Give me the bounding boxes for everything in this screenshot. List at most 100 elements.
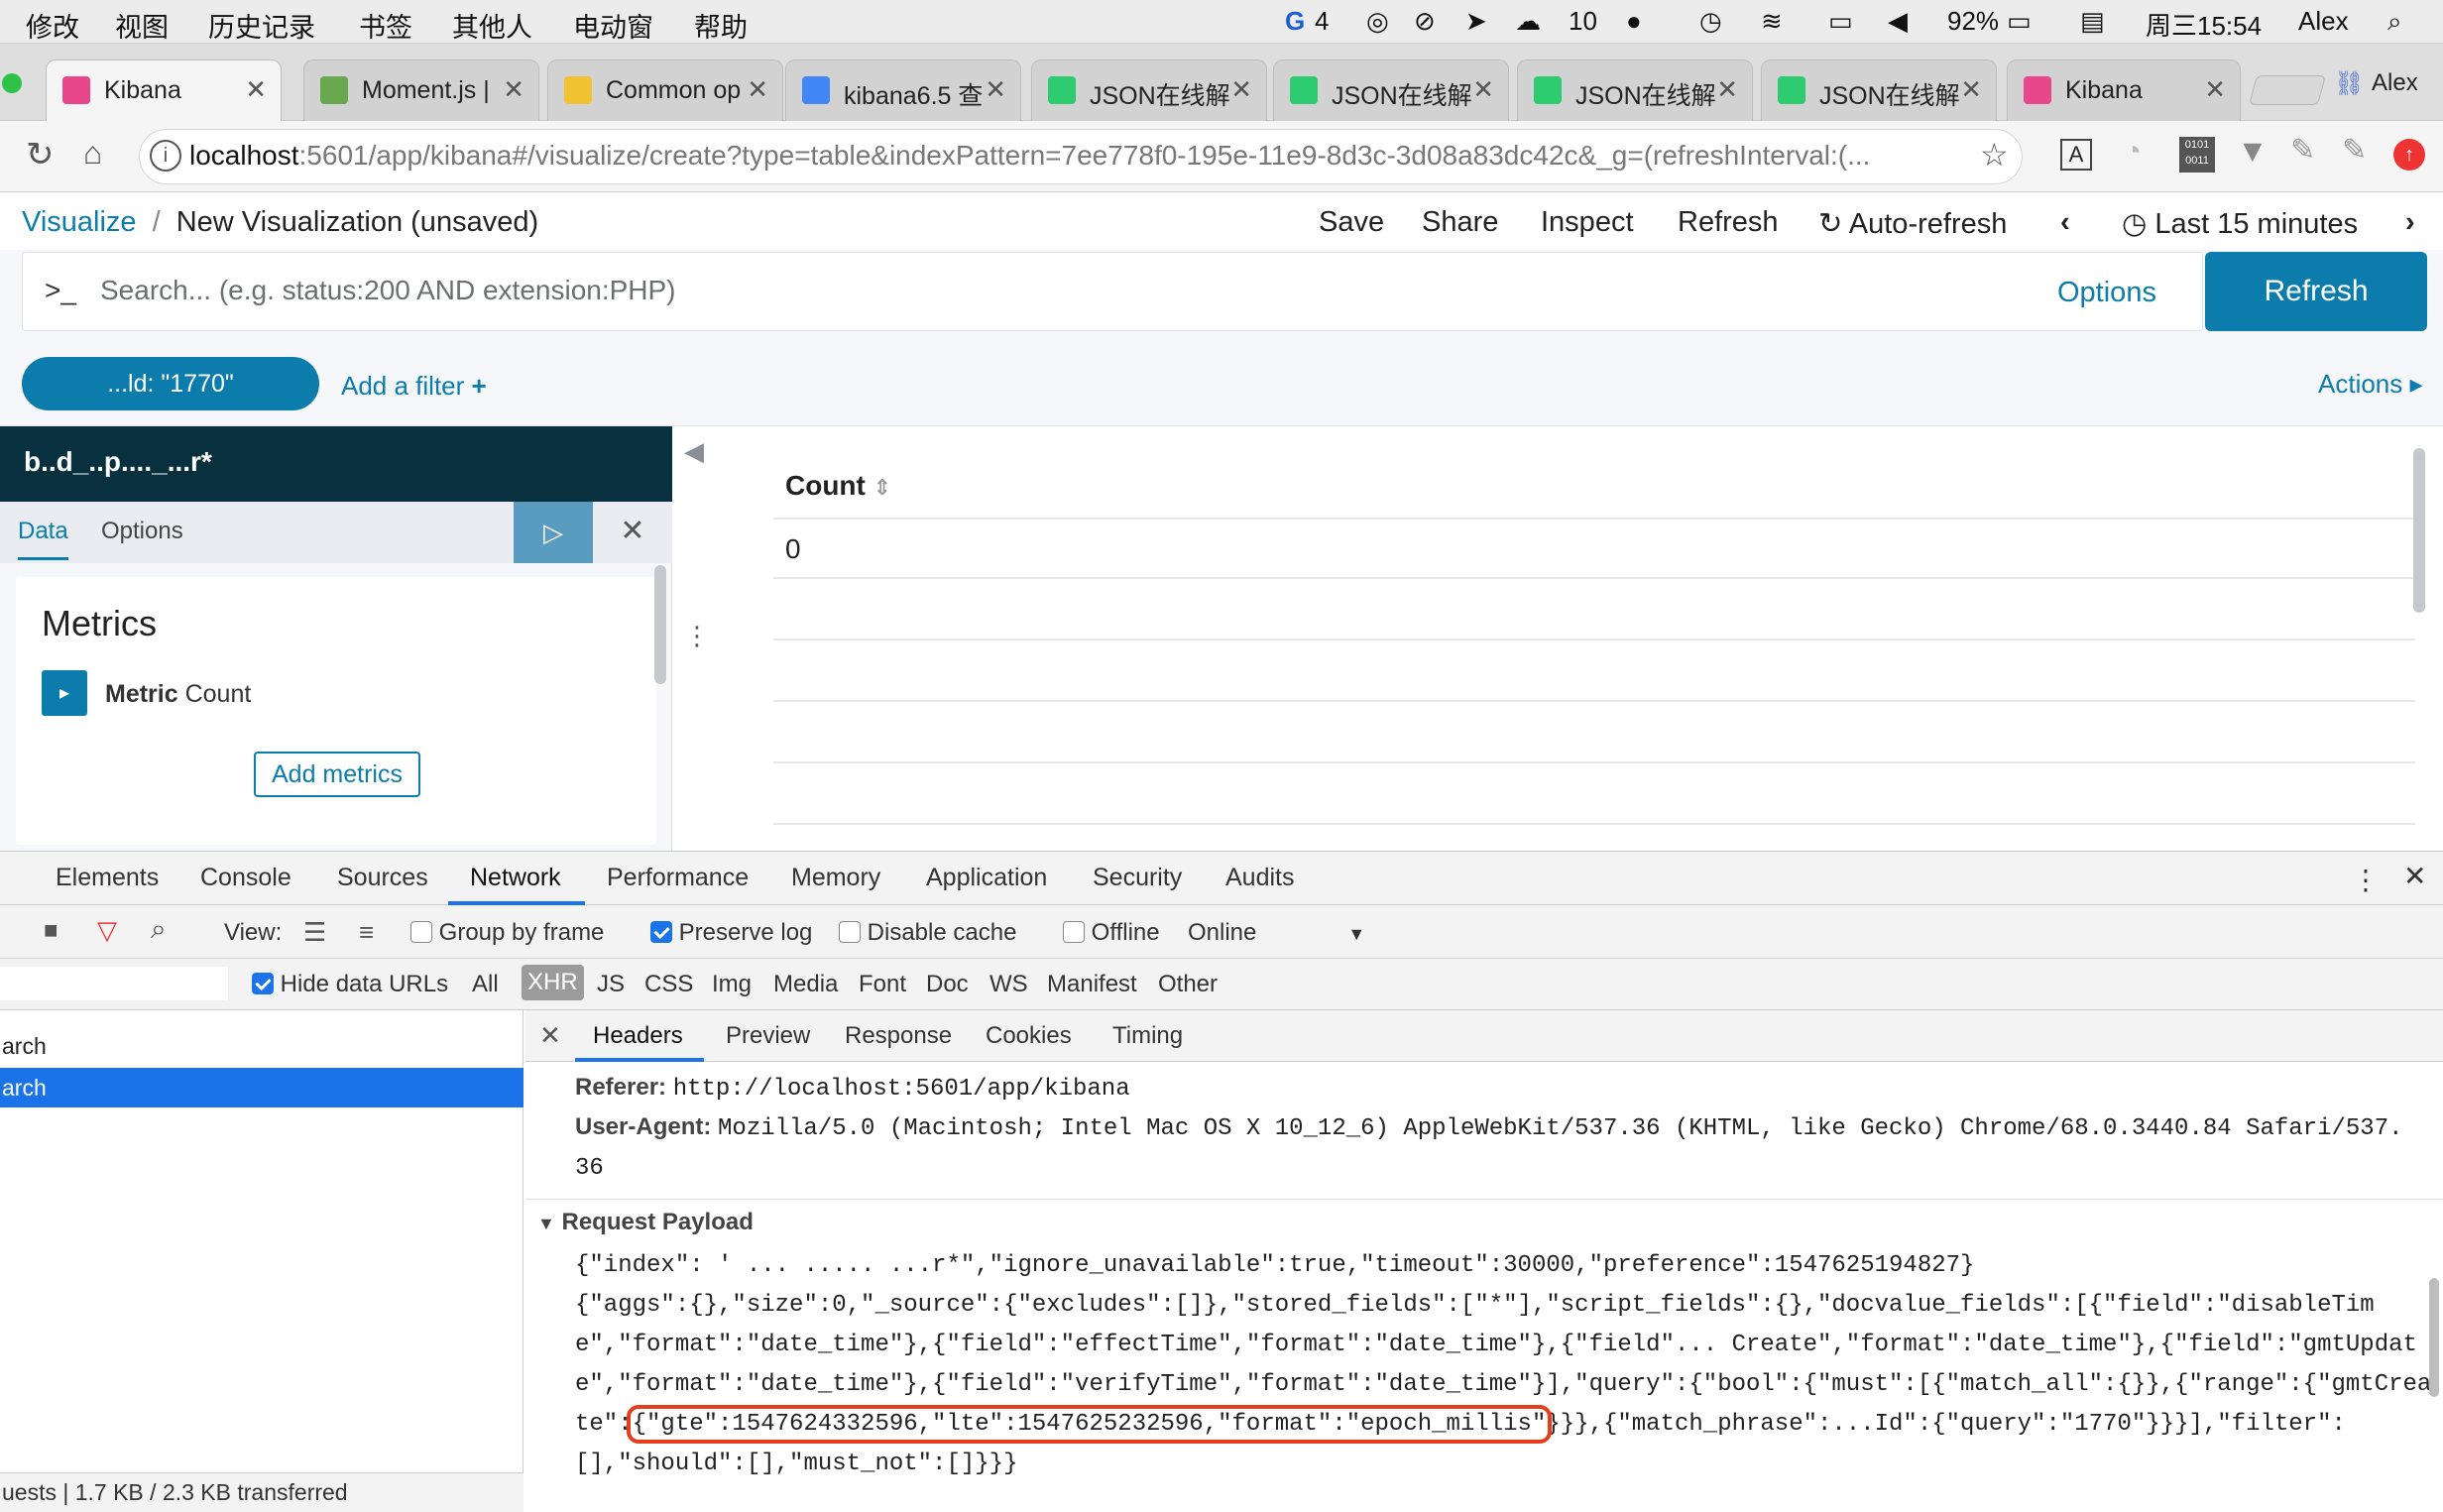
time-machine-icon[interactable]: ◷ <box>1699 6 1722 37</box>
menu-edit[interactable]: 修改 <box>26 6 79 45</box>
tab-data[interactable]: Data <box>18 518 68 560</box>
type-font[interactable]: Font <box>859 971 906 998</box>
browser-tab[interactable]: JSON在线解 ✕ <box>1761 59 1997 121</box>
browser-tab[interactable]: Kibana ✕ <box>2007 59 2241 121</box>
binary-extension-icon[interactable]: 0101 0011 <box>2179 137 2215 173</box>
type-css[interactable]: CSS <box>644 971 693 998</box>
add-filter-button[interactable]: Add a filter + <box>341 371 487 402</box>
type-all[interactable]: All <box>472 971 499 998</box>
browser-tab[interactable]: Moment.js | ✕ <box>303 59 539 121</box>
tab-close-icon[interactable]: ✕ <box>245 74 267 105</box>
devtools-close-icon[interactable]: ✕ <box>2403 860 2426 892</box>
menu-view[interactable]: 视图 <box>115 6 169 45</box>
user-name[interactable]: Alex <box>2298 6 2349 37</box>
pin2-extension-icon[interactable]: ✎ <box>2342 133 2367 168</box>
type-media[interactable]: Media <box>773 971 838 998</box>
menu-window[interactable]: 电动窗 <box>573 6 653 45</box>
tab-close-icon[interactable]: ✕ <box>1230 74 1252 105</box>
type-js[interactable]: JS <box>597 971 625 998</box>
type-manifest[interactable]: Manifest <box>1047 971 1137 998</box>
refresh-link[interactable]: Refresh <box>1678 206 1779 239</box>
tab-close-icon[interactable]: ✕ <box>2204 74 2226 105</box>
filter-funnel-icon[interactable]: ▽ <box>97 915 117 946</box>
search-icon[interactable]: ⌕ <box>151 913 167 946</box>
filter-pill[interactable]: ...ld: "1770" <box>22 357 319 410</box>
type-other[interactable]: Other <box>1158 971 1218 998</box>
auto-refresh-button[interactable]: ↻ Auto-refresh <box>1818 206 2007 241</box>
query-options-button[interactable]: Options <box>2057 277 2156 309</box>
tab-close-icon[interactable]: ✕ <box>1960 74 1982 105</box>
app-badge-icon[interactable]: G <box>1285 6 1305 37</box>
inspect-button[interactable]: Inspect <box>1541 206 1634 239</box>
window-zoom-icon[interactable] <box>2 73 22 93</box>
list-view-icon[interactable]: ☰ <box>303 917 326 948</box>
panel-tab-audits[interactable]: Audits <box>1225 864 1294 892</box>
panel-tab-network[interactable]: Network <box>470 864 561 892</box>
panel-tab-elements[interactable]: Elements <box>56 864 159 892</box>
time-picker[interactable]: ◷ Last 15 minutes <box>2122 206 2358 241</box>
detail-tab-headers[interactable]: Headers <box>593 1022 683 1050</box>
profile-name[interactable]: Alex <box>2372 69 2418 97</box>
detail-tab-timing[interactable]: Timing <box>1112 1022 1183 1050</box>
volume-icon[interactable]: ◀ <box>1888 6 1908 37</box>
expand-metric-icon[interactable]: ▸ <box>42 670 87 716</box>
update-icon[interactable]: ↑ <box>2393 139 2425 171</box>
tab-close-icon[interactable]: ✕ <box>985 74 1006 105</box>
menu-help[interactable]: 帮助 <box>694 6 748 45</box>
save-button[interactable]: Save <box>1319 206 1384 239</box>
wifi-icon[interactable]: ≋ <box>1761 6 1783 37</box>
share-button[interactable]: Share <box>1422 206 1498 239</box>
detail-scrollbar[interactable] <box>2429 1278 2439 1397</box>
panel-tab-performance[interactable]: Performance <box>607 864 749 892</box>
browser-tab[interactable]: JSON在线解 ✕ <box>1273 59 1509 121</box>
chat-bubble-icon[interactable]: ◎ <box>1366 6 1389 37</box>
flag-icon[interactable]: ▤ <box>2080 6 2105 37</box>
collapse-sidebar-icon[interactable]: ◀ <box>684 436 704 467</box>
menu-people[interactable]: 其他人 <box>452 6 532 45</box>
type-img[interactable]: Img <box>712 971 752 998</box>
send-icon[interactable]: ➤ <box>1465 6 1487 37</box>
disable-cache-checkbox[interactable]: Disable cache <box>839 919 1016 947</box>
panel-tab-application[interactable]: Application <box>926 864 1047 892</box>
waterfall-view-icon[interactable]: ≡ <box>359 917 374 948</box>
apply-changes-play-icon[interactable]: ▷ <box>514 502 593 563</box>
type-doc[interactable]: Doc <box>926 971 969 998</box>
discard-close-icon[interactable]: ✕ <box>593 502 672 563</box>
translate-extension-icon[interactable]: A <box>2060 139 2092 171</box>
throttle-select[interactable]: Online ▼ <box>1188 919 1365 947</box>
devtools-menu-icon[interactable]: ⋮ <box>2352 864 2380 896</box>
pin-extension-icon[interactable]: ✎ <box>2290 133 2315 168</box>
add-metrics-button[interactable]: Add metrics <box>254 752 420 797</box>
search-input[interactable]: >_ Search... (e.g. status:200 AND extens… <box>22 252 2203 331</box>
airplay-icon[interactable]: ▭ <box>1828 6 1853 37</box>
group-by-frame-checkbox[interactable]: Group by frame <box>410 919 604 947</box>
query-language-icon[interactable]: >_ <box>45 275 76 306</box>
hat-icon[interactable]: ● <box>1626 6 1642 37</box>
detail-tab-preview[interactable]: Preview <box>726 1022 810 1050</box>
browser-tab[interactable]: Kibana ✕ <box>46 59 282 121</box>
tab-close-icon[interactable]: ✕ <box>1472 74 1494 105</box>
tab-close-icon[interactable]: ✕ <box>503 74 524 105</box>
request-row-selected[interactable]: arch <box>0 1068 524 1107</box>
panel-tab-security[interactable]: Security <box>1093 864 1182 892</box>
sidebar-scrollbar[interactable] <box>654 565 666 684</box>
spotlight-icon[interactable]: ⌕ <box>2387 6 2402 38</box>
time-forward-icon[interactable]: › <box>2405 206 2415 239</box>
vis-scrollbar[interactable] <box>2413 448 2425 613</box>
speed-extension-icon[interactable]: ◔ <box>2124 135 2142 169</box>
detail-tab-cookies[interactable]: Cookies <box>986 1022 1072 1050</box>
new-tab-button[interactable] <box>2248 75 2327 105</box>
table-header-count[interactable]: Count ⇕ <box>785 470 891 502</box>
menu-bookmarks[interactable]: 书签 <box>359 6 412 45</box>
browser-tab[interactable]: kibana6.5 查 ✕ <box>785 59 1021 121</box>
battery-icon[interactable]: ▭ <box>2007 6 2032 37</box>
tab-close-icon[interactable]: ✕ <box>747 74 768 105</box>
clock[interactable]: 周三15:54 <box>2146 6 2262 43</box>
compass-icon[interactable]: ⊘ <box>1414 6 1436 37</box>
time-back-icon[interactable]: ‹ <box>2060 206 2070 239</box>
breadcrumb-visualize[interactable]: Visualize <box>22 206 137 238</box>
tab-close-icon[interactable]: ✕ <box>1716 74 1738 105</box>
panel-tab-memory[interactable]: Memory <box>791 864 880 892</box>
bookmark-star-icon[interactable]: ☆ <box>1980 136 2009 174</box>
type-xhr[interactable]: XHR <box>522 965 584 1000</box>
